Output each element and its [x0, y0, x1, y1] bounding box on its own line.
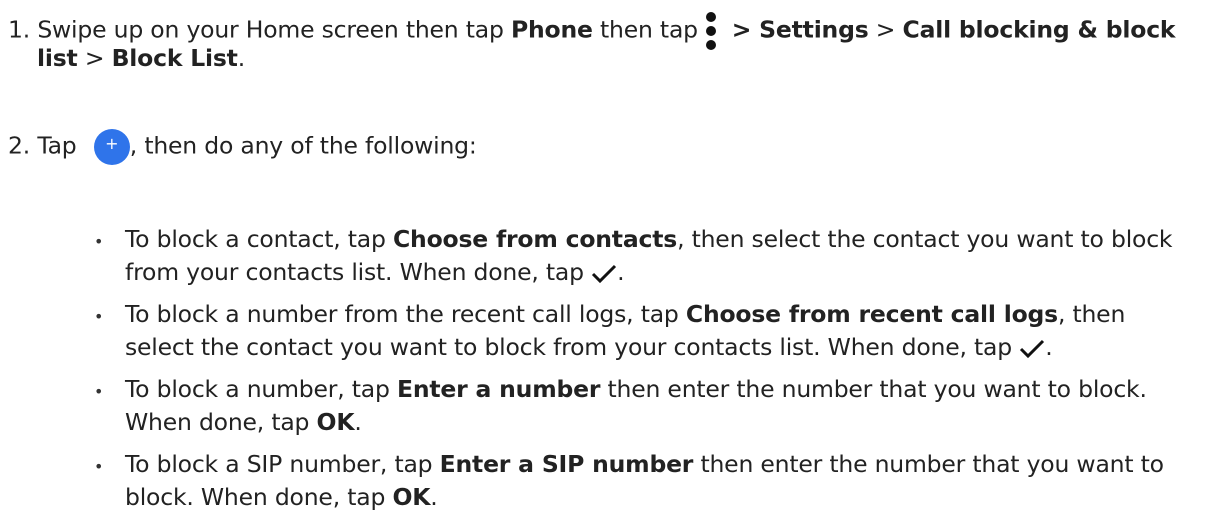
- step-1-line-2: list > Block List.: [37, 42, 245, 74]
- item-text: When done, tap: [125, 408, 317, 436]
- list-item-line-2: select the contact you want to block fro…: [125, 331, 1053, 363]
- bullet: •: [94, 382, 104, 401]
- list-item: To block a number, tap Enter a number th…: [125, 373, 1147, 405]
- settings-label: > Settings: [731, 15, 869, 44]
- bullet: •: [94, 232, 104, 251]
- step-number: 2.: [8, 131, 31, 160]
- item-text: from your contacts list. When done, tap: [125, 258, 592, 286]
- list-label: list: [37, 44, 78, 72]
- list-item: To block a number from the recent call l…: [125, 298, 1125, 330]
- ok-label: OK: [316, 408, 355, 436]
- item-text: To block a contact, tap: [125, 225, 393, 253]
- separator: >: [77, 44, 112, 72]
- step-number: 1.: [8, 15, 31, 44]
- item-text: , then: [1057, 300, 1126, 328]
- period: .: [1045, 333, 1053, 361]
- check-icon: [1019, 339, 1045, 359]
- phone-label: Phone: [510, 15, 593, 44]
- item-text: then enter the number that you want to b…: [600, 375, 1147, 403]
- period: .: [430, 483, 438, 511]
- period: .: [237, 44, 245, 72]
- check-icon: [591, 264, 617, 284]
- item-text: , then select the contact you want to bl…: [677, 225, 1173, 253]
- bullet: •: [94, 457, 104, 476]
- more-vert-icon: [705, 11, 717, 51]
- tap-label: Tap: [37, 131, 77, 160]
- step-2-line: 2. Tap + , then do any of the following:: [8, 129, 477, 165]
- step-text: Swipe up on your Home screen then tap: [37, 15, 511, 44]
- block-list-label: Block List: [111, 44, 238, 72]
- plus-glyph: +: [105, 134, 119, 153]
- ok-label: OK: [392, 483, 431, 511]
- list-item-line-2: block. When done, tap OK.: [125, 481, 438, 513]
- list-item: To block a SIP number, tap Enter a SIP n…: [125, 448, 1164, 480]
- item-text: block. When done, tap: [125, 483, 393, 511]
- call-blocking-label: Call blocking & block: [902, 15, 1176, 44]
- item-bold: Enter a number: [396, 375, 601, 403]
- item-bold: Choose from recent call logs: [685, 300, 1058, 328]
- period: .: [354, 408, 362, 436]
- list-item-line-2: When done, tap OK.: [125, 406, 362, 438]
- item-text: select the contact you want to block fro…: [125, 333, 1020, 361]
- item-text: To block a number, tap: [125, 375, 397, 403]
- item-bold: Choose from contacts: [393, 225, 678, 253]
- item-text: then enter the number that you want to: [693, 450, 1164, 478]
- bullet: •: [94, 307, 104, 326]
- list-item-line-2: from your contacts list. When done, tap …: [125, 256, 625, 288]
- add-fab-icon: +: [93, 129, 130, 165]
- list-item: To block a contact, tap Choose from cont…: [125, 223, 1173, 255]
- period: .: [617, 258, 625, 286]
- separator: >: [868, 15, 903, 44]
- step-text: , then do any of the following:: [129, 131, 477, 160]
- step-text: then tap: [592, 15, 706, 44]
- item-text: To block a number from the recent call l…: [125, 300, 686, 328]
- item-bold: Enter a SIP number: [439, 450, 694, 478]
- item-text: To block a SIP number, tap: [125, 450, 440, 478]
